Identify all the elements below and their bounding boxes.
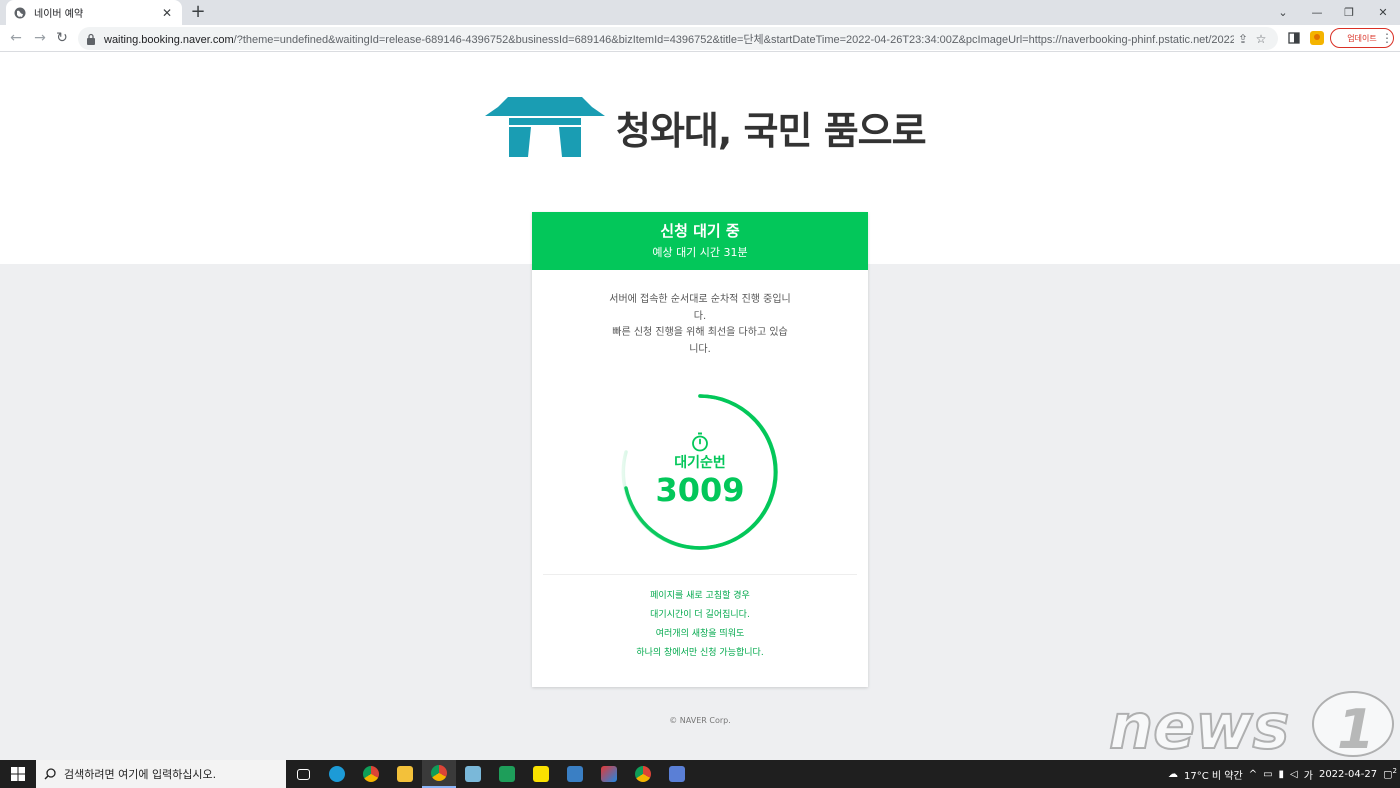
gate-roof-icon xyxy=(485,97,605,157)
news1-watermark-logo: news 1 xyxy=(1108,690,1394,758)
taskbar-date[interactable]: 2022-04-27 xyxy=(1319,769,1377,780)
estimated-wait-time: 예상 대기 시간 31분 xyxy=(652,246,748,259)
globe-icon xyxy=(14,7,26,19)
profile-avatar-icon[interactable] xyxy=(1308,29,1326,47)
paint-app-icon[interactable] xyxy=(592,760,626,788)
network-icon[interactable]: ▮ xyxy=(1279,769,1285,780)
notification-center-icon[interactable]: ▢2 xyxy=(1383,767,1397,780)
weather-text[interactable]: 17°C 비 약간 xyxy=(1184,767,1243,782)
new-tab-button[interactable]: + xyxy=(188,2,208,22)
weather-cloud-icon[interactable]: ☁ xyxy=(1168,769,1178,780)
system-tray: ☁ 17°C 비 약간 ^ ▭ ▮ ◁ 가 2022-04-27 ▢2 xyxy=(1165,760,1400,788)
notification-count: 2 xyxy=(1392,767,1397,776)
waiting-message: 서버에 접속한 순서대로 순차적 진행 중입니 다. 빠른 신청 진행을 위해 … xyxy=(609,294,791,355)
reload-icon[interactable]: ↻ xyxy=(52,28,72,48)
waiting-title: 신청 대기 중 xyxy=(660,222,740,240)
card-divider xyxy=(543,574,857,575)
queue-number: 3009 xyxy=(655,471,745,509)
edge-browser-icon[interactable] xyxy=(320,760,354,788)
url-text[interactable]: waiting.booking.naver.com/?theme=undefin… xyxy=(104,31,1234,47)
windows-taskbar: 검색하려면 여기에 입력하십시오. ☁ 17°C 비 약간 ^ ▭ ▮ ◁ 가 … xyxy=(0,760,1400,788)
refresh-notice: 페이지를 새로 고침할 경우 대기시간이 더 길어집니다. 여러개의 새창을 띄… xyxy=(636,591,764,658)
tab-title: 네이버 예약 xyxy=(34,9,84,20)
waiting-card: 신청 대기 중 예상 대기 시간 31분 서버에 접속한 순서대로 순차적 진행… xyxy=(532,212,868,687)
cheongwadae-logo: 청와대, 국민 품으로 xyxy=(484,96,927,158)
browser-toolbar: ← → ↻ waiting.booking.naver.com/?theme=u… xyxy=(0,25,1400,52)
close-window-button[interactable]: ✕ xyxy=(1366,0,1400,25)
volume-icon[interactable]: ◁ xyxy=(1290,769,1298,780)
bookmark-star-icon[interactable]: ☆ xyxy=(1252,32,1270,46)
chrome-browser-2-icon[interactable] xyxy=(626,760,660,788)
windows-start-icon[interactable] xyxy=(0,760,36,788)
hwp-app-icon[interactable] xyxy=(660,760,694,788)
minimize-button[interactable]: — xyxy=(1300,0,1334,25)
side-panel-icon[interactable] xyxy=(1285,29,1303,47)
forward-arrow-icon[interactable]: → xyxy=(30,28,50,48)
restore-button[interactable]: ❐ xyxy=(1332,0,1366,25)
back-arrow-icon[interactable]: ← xyxy=(6,28,26,48)
lock-icon xyxy=(86,33,96,45)
search-icon xyxy=(44,765,56,784)
queue-progress-ring: 대기순번 3009 xyxy=(620,392,780,552)
menu-kebab-icon[interactable]: ⋮ xyxy=(1378,29,1396,47)
svg-text:1: 1 xyxy=(1337,698,1375,758)
document-app-icon[interactable] xyxy=(558,760,592,788)
browser-tab-bar: 네이버 예약 ✕ + ⌄ — ❐ ✕ xyxy=(0,0,1400,25)
task-view-icon[interactable] xyxy=(286,760,320,788)
share-icon[interactable]: ⇪ xyxy=(1234,32,1252,46)
spreadsheet-app-icon[interactable] xyxy=(490,760,524,788)
waiting-card-header: 신청 대기 중 예상 대기 시간 31분 xyxy=(532,212,868,270)
browser-tab[interactable]: 네이버 예약 ✕ xyxy=(6,0,182,25)
address-bar[interactable]: waiting.booking.naver.com/?theme=undefin… xyxy=(78,27,1278,50)
queue-label: 대기순번 xyxy=(674,455,726,471)
logo-text: 청와대, 국민 품으로 xyxy=(616,108,927,153)
file-explorer-icon[interactable] xyxy=(388,760,422,788)
kakaotalk-icon[interactable] xyxy=(524,760,558,788)
svg-text:news: news xyxy=(1109,690,1289,758)
chrome-browser-icon[interactable] xyxy=(354,760,388,788)
taskbar-search-input[interactable]: 검색하려면 여기에 입력하십시오. xyxy=(36,760,286,788)
tray-chevron-icon[interactable]: ^ xyxy=(1249,769,1257,780)
notepad-app-icon[interactable] xyxy=(456,760,490,788)
chrome-profile-icon[interactable] xyxy=(422,760,456,788)
battery-icon[interactable]: ▭ xyxy=(1263,769,1272,780)
stopwatch-icon xyxy=(692,432,708,452)
tab-search-icon[interactable]: ⌄ xyxy=(1266,0,1300,25)
tab-close-icon[interactable]: ✕ xyxy=(160,6,174,20)
ime-icon[interactable]: 가 xyxy=(1304,767,1313,782)
